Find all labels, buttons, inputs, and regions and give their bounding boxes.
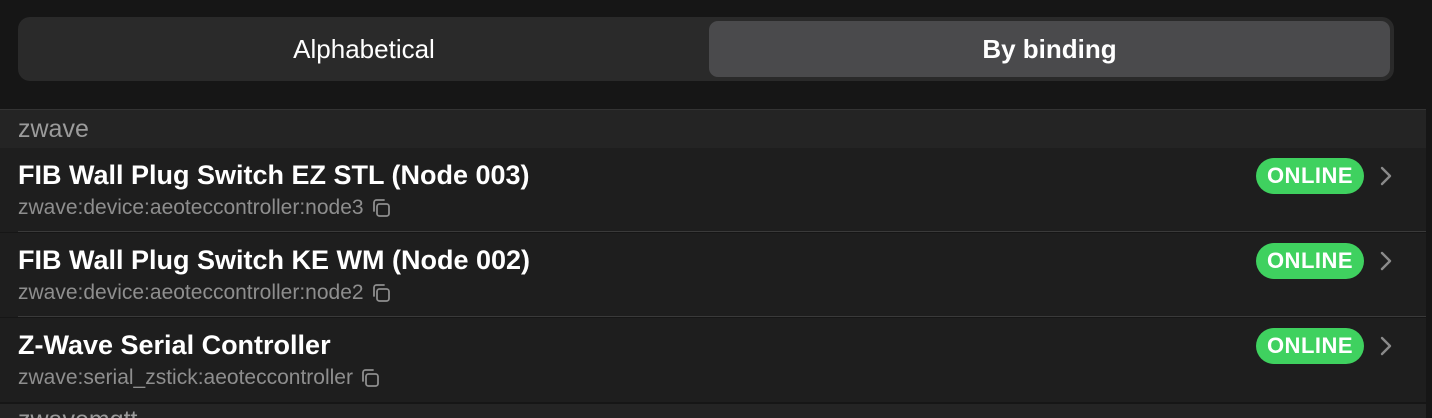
thing-uid: zwave:device:aeoteccontroller:node2 [18, 281, 392, 305]
thing-uid-text: zwave:device:aeoteccontroller:node2 [18, 281, 364, 304]
row-divider [18, 316, 1426, 317]
copy-icon[interactable] [370, 197, 392, 219]
things-list-page: Alphabetical By binding zwave FIB Wall P… [0, 0, 1432, 418]
thing-uid-text: zwave:serial_zstick:aeoteccontroller [18, 366, 353, 389]
section-title: zwave [18, 114, 89, 143]
copy-icon[interactable] [370, 282, 392, 304]
thing-uid: zwave:device:aeoteccontroller:node3 [18, 196, 392, 220]
status-badge: ONLINE [1256, 158, 1364, 194]
row-divider [18, 231, 1426, 232]
chevron-right-icon [1380, 251, 1392, 271]
list-item[interactable]: Z-Wave Serial Controller zwave:serial_zs… [0, 318, 1426, 402]
copy-icon[interactable] [359, 367, 381, 389]
list-item[interactable]: FIB Wall Plug Switch KE WM (Node 002) zw… [0, 233, 1426, 317]
status-badge: ONLINE [1256, 328, 1364, 364]
thing-uid: zwave:serial_zstick:aeoteccontroller [18, 366, 381, 390]
chevron-right-icon [1380, 336, 1392, 356]
section-title: zwavemqtt [18, 406, 137, 418]
section-header-zwave: zwave [0, 110, 1426, 148]
list-item[interactable]: FIB Wall Plug Switch EZ STL (Node 003) z… [0, 148, 1426, 232]
thing-title: FIB Wall Plug Switch KE WM (Node 002) [18, 245, 531, 275]
scroll-edge [1426, 0, 1432, 418]
section-header-zwavemqtt: zwavemqtt [0, 404, 1426, 418]
status-badge: ONLINE [1256, 243, 1364, 279]
thing-title: FIB Wall Plug Switch EZ STL (Node 003) [18, 160, 530, 190]
thing-title: Z-Wave Serial Controller [18, 330, 331, 360]
segment-alphabetical[interactable]: Alphabetical [22, 21, 706, 77]
thing-uid-text: zwave:device:aeoteccontroller:node3 [18, 196, 364, 219]
chevron-right-icon [1380, 166, 1392, 186]
segment-by-binding[interactable]: By binding [709, 21, 1390, 77]
sort-segmented-control: Alphabetical By binding [18, 17, 1394, 81]
